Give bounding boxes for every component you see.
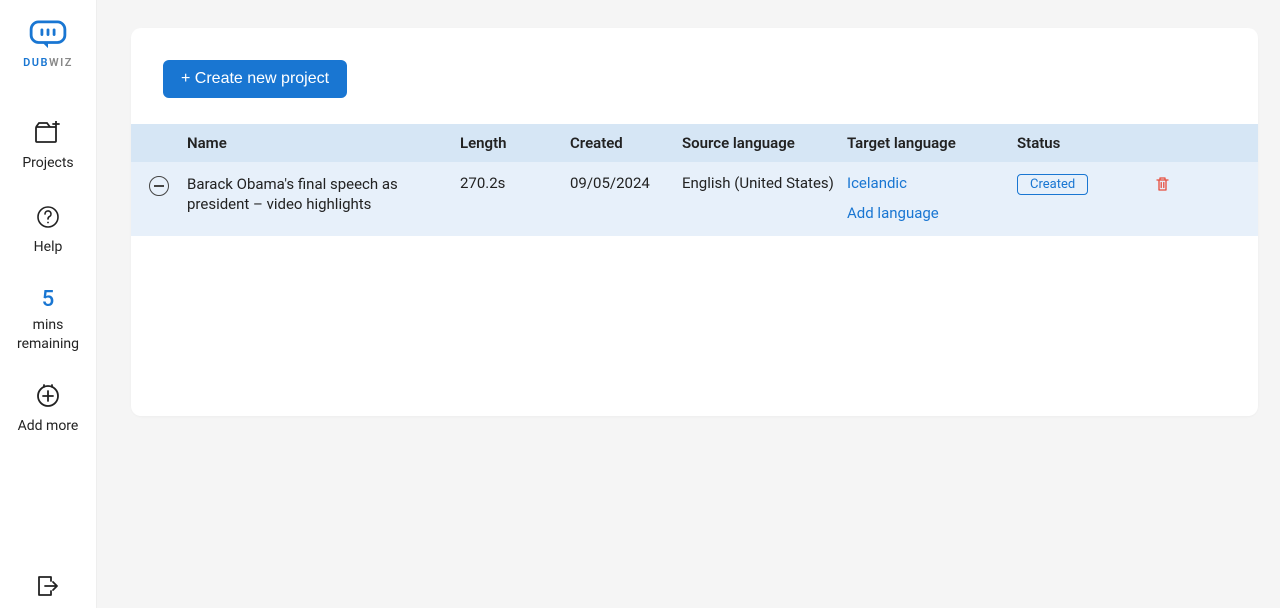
header-target: Target language <box>847 134 1017 152</box>
mins-remaining: 5 mins remaining <box>17 287 79 354</box>
cell-source: English (United States) <box>682 174 847 192</box>
sidebar-item-add-more[interactable]: Add more <box>18 382 79 434</box>
help-icon <box>34 203 62 231</box>
projects-card: + Create new project Name Length Created… <box>131 28 1258 416</box>
projects-label: Projects <box>22 155 73 171</box>
help-label: Help <box>34 239 63 255</box>
projects-icon <box>34 119 62 147</box>
add-more-label: Add more <box>18 418 79 434</box>
header-name: Name <box>187 134 460 152</box>
create-project-button[interactable]: + Create new project <box>163 60 347 98</box>
table-row: Barack Obama's final speech as president… <box>131 162 1258 236</box>
projects-table: Name Length Created Source language Targ… <box>131 124 1258 236</box>
sidebar-item-projects[interactable]: Projects <box>22 119 73 171</box>
sidebar-item-logout[interactable] <box>34 572 62 608</box>
sidebar-item-help[interactable]: Help <box>34 203 63 255</box>
target-language-link[interactable]: Icelandic <box>847 174 1017 192</box>
logo-icon <box>29 20 67 50</box>
delete-icon[interactable] <box>1155 176 1170 196</box>
mins-value: 5 <box>42 287 55 312</box>
header-created: Created <box>570 134 682 152</box>
table-header: Name Length Created Source language Targ… <box>131 124 1258 162</box>
cell-created: 09/05/2024 <box>570 174 682 192</box>
status-badge: Created <box>1017 174 1088 195</box>
main: + Create new project Name Length Created… <box>97 0 1280 608</box>
add-more-icon <box>34 382 62 410</box>
add-language-link[interactable]: Add language <box>847 204 1017 222</box>
logout-icon <box>34 572 62 600</box>
mins-label-2: remaining <box>17 335 79 354</box>
header-status: Status <box>1017 134 1132 152</box>
cell-name: Barack Obama's final speech as president… <box>187 174 460 215</box>
header-source: Source language <box>682 134 847 152</box>
header-length: Length <box>460 134 570 152</box>
cell-length: 270.2s <box>460 174 570 192</box>
logo-text: DUBWIZ <box>23 56 73 69</box>
logo[interactable]: DUBWIZ <box>23 20 73 69</box>
sidebar: DUBWIZ Projects Help <box>0 0 97 608</box>
collapse-icon[interactable] <box>149 176 169 196</box>
mins-label-1: mins <box>33 316 64 335</box>
